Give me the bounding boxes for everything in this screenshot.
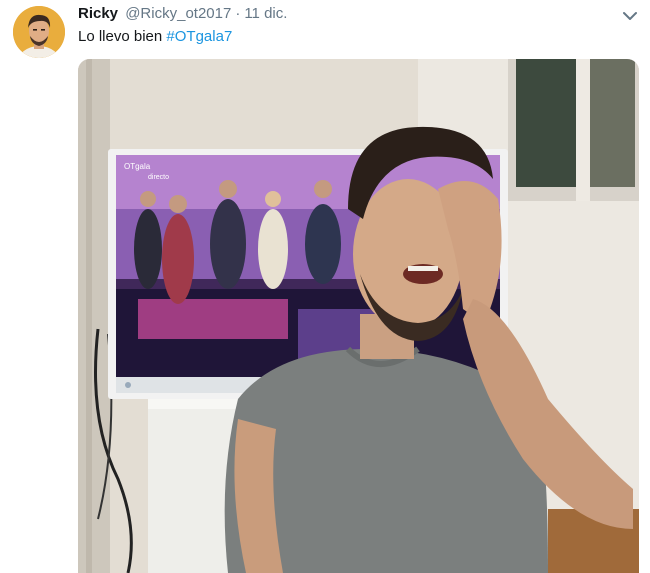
tweet[interactable]: Ricky @Ricky_ot2017 · 11 dic. Lo llevo bie…: [0, 0, 650, 573]
tweet-text: Lo llevo bien #OTgala7: [78, 28, 232, 45]
avatar-photo: [13, 6, 65, 58]
tv-badge-text: directo: [148, 174, 169, 181]
chevron-down-icon[interactable]: [620, 6, 640, 26]
tweet-body: Lo llevo bien: [78, 28, 163, 45]
tweet-photo[interactable]: OTgala directo: [78, 59, 639, 573]
tweet-timestamp[interactable]: 11 dic.: [244, 5, 287, 22]
separator-dot: ·: [235, 5, 241, 22]
tweet-header: Ricky @Ricky_ot2017 · 11 dic.: [78, 5, 287, 22]
author-name[interactable]: Ricky: [78, 5, 118, 22]
hashtag-link[interactable]: #OTgala7: [166, 28, 232, 45]
user-avatar[interactable]: [13, 6, 65, 58]
photo-illustration: OTgala directo: [78, 59, 639, 573]
tv-logo-text: OTgala: [124, 162, 151, 171]
author-handle[interactable]: @Ricky_ot2017: [125, 5, 231, 22]
